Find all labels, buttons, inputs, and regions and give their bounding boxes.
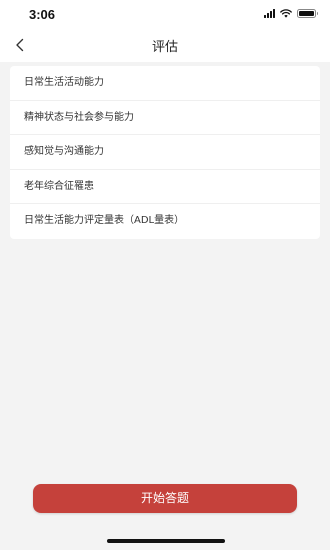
battery-icon [297, 9, 318, 18]
list-item-geriatric-syndromes[interactable]: 老年综合征罹患 [10, 170, 320, 205]
signal-icon [264, 9, 275, 18]
status-time: 3:06 [29, 7, 56, 22]
start-answering-button[interactable]: 开始答题 [33, 484, 297, 513]
list-item-perception-communication[interactable]: 感知觉与沟通能力 [10, 135, 320, 170]
list-item-mental-social[interactable]: 精神状态与社会参与能力 [10, 101, 320, 136]
status-icons [264, 9, 318, 18]
assessment-list: 日常生活活动能力 精神状态与社会参与能力 感知觉与沟通能力 老年综合征罹患 日常… [10, 66, 320, 239]
list-item-adl-scale[interactable]: 日常生活能力评定量表（ADL量表） [10, 204, 320, 239]
home-indicator [107, 539, 225, 543]
wifi-icon [280, 9, 292, 18]
status-bar: 3:06 [0, 0, 330, 30]
nav-bar: 评估 [0, 30, 330, 62]
list-item-daily-activities[interactable]: 日常生活活动能力 [10, 66, 320, 101]
page-title: 评估 [151, 40, 178, 55]
